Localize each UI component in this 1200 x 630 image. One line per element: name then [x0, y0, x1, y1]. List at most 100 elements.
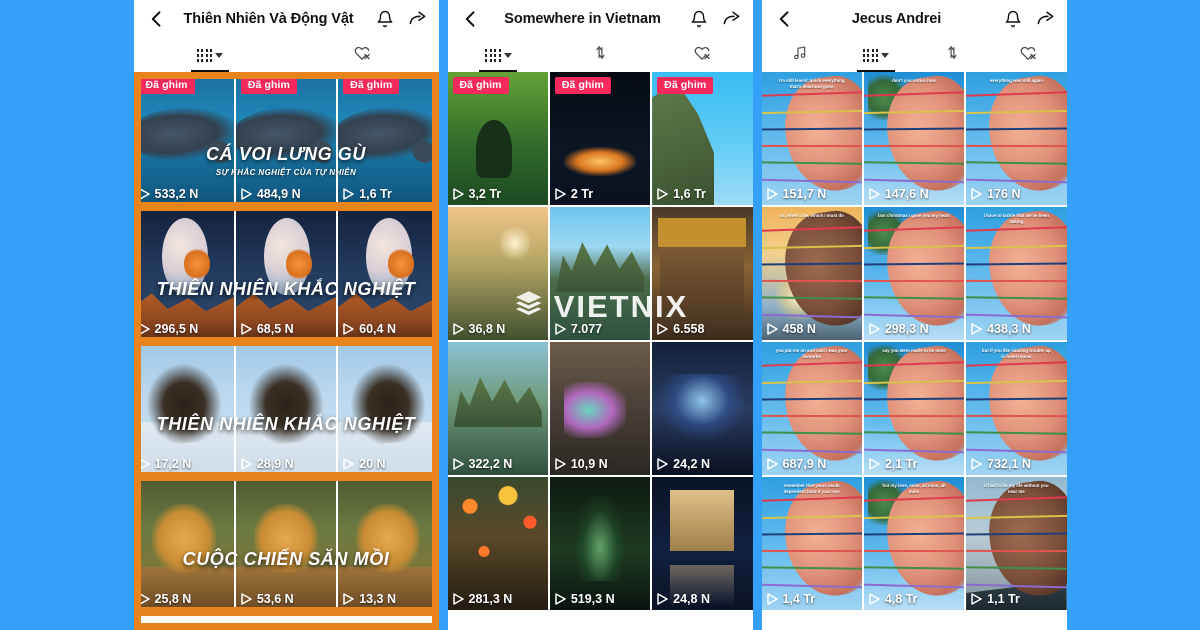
chevron-left-icon[interactable] — [774, 8, 796, 30]
chevron-down-icon — [881, 52, 890, 58]
video-tile[interactable]: 24,2 N — [652, 342, 753, 475]
view-count-value: 36,8 N — [468, 322, 506, 336]
tab-grid-columns[interactable] — [448, 38, 550, 72]
video-tile[interactable]: but if you like causing trouble up in ho… — [966, 342, 1067, 475]
video-tile[interactable]: but my love, mine, all mine, all mine 4,8… — [863, 477, 965, 610]
view-count: 36,8 N — [452, 322, 506, 336]
video-tile[interactable]: 296,5 N — [133, 207, 234, 340]
bell-icon[interactable] — [690, 10, 709, 29]
view-count: 4,8 Tr — [869, 592, 918, 606]
view-count: 68,5 N — [241, 322, 294, 336]
view-count-value: 13,3 N — [359, 592, 396, 606]
view-count: 438,3 N — [971, 322, 1031, 336]
video-tile[interactable]: don't you notice how 147,6 N — [863, 72, 965, 205]
share-arrow-icon[interactable] — [1036, 10, 1055, 29]
view-count-value: 24,2 N — [673, 457, 710, 471]
tab-sort-arrows[interactable] — [549, 38, 651, 72]
bell-icon[interactable] — [1004, 10, 1023, 29]
video-tile[interactable]: Đã ghim 1,6 Tr — [652, 72, 753, 205]
play-triangle-icon — [869, 593, 880, 605]
video-tile[interactable]: last christmas i gave you my heart 298,3 … — [863, 207, 965, 340]
scroll-indicator[interactable] — [547, 618, 653, 622]
play-triangle-icon — [555, 593, 566, 605]
play-triangle-icon — [555, 458, 566, 470]
view-count-value: 7.077 — [570, 322, 603, 336]
video-tile[interactable]: 519,3 N — [549, 477, 651, 610]
view-count: 484,9 N — [241, 187, 301, 201]
video-tile[interactable]: say you were made to be mine 2,1 Tr — [863, 342, 965, 475]
video-caption: don't you notice how — [892, 78, 936, 83]
video-tile[interactable]: 281,3 N — [447, 477, 548, 610]
video-tile[interactable]: Đã ghim 2 Tr — [549, 72, 651, 205]
video-tile[interactable]: 60,4 N — [338, 207, 439, 340]
tab-bar — [447, 38, 753, 72]
video-tile[interactable]: Đã ghim 3,2 Tr — [447, 72, 548, 205]
video-tile[interactable]: you put me on and said i was your favour… — [761, 342, 862, 475]
chevron-left-icon[interactable] — [146, 8, 168, 30]
tab-grid-columns[interactable] — [838, 38, 914, 72]
heart-off-icon — [1019, 44, 1037, 67]
tab-music-note[interactable] — [762, 38, 838, 72]
video-tile[interactable]: 13,3 N — [338, 477, 439, 610]
video-tile[interactable]: Đã ghim 484,9 N — [235, 72, 337, 205]
panel-header: Thiên Nhiên Và Động Vật — [133, 0, 439, 38]
scroll-indicator[interactable] — [861, 618, 967, 622]
video-tile[interactable]: 17,2 N — [133, 342, 234, 475]
video-tile[interactable]: 36,8 N — [447, 207, 548, 340]
view-count-value: 6.558 — [673, 322, 705, 336]
tab-heart-off[interactable] — [651, 38, 753, 72]
view-count: 20 N — [343, 457, 386, 471]
tab-grid-columns[interactable] — [134, 38, 287, 72]
view-count: 1,6 Tr — [343, 187, 392, 201]
video-tile[interactable]: Đã ghim 533,2 N — [133, 72, 234, 205]
play-triangle-icon — [138, 188, 150, 200]
play-triangle-icon — [138, 323, 150, 335]
scroll-indicator[interactable] — [233, 618, 339, 622]
view-count-value: 458 N — [782, 322, 816, 336]
view-count-value: 1,1 Tr — [987, 592, 1020, 606]
video-caption: it had to be my life without you near me — [984, 483, 1049, 494]
video-tile[interactable]: Đã ghim 1,6 Tr — [338, 72, 439, 205]
video-tile[interactable]: so, when i die, which i must do 458 N — [761, 207, 862, 340]
video-tile[interactable]: i'm still leavin' quick everything that'… — [761, 72, 862, 205]
view-count: 519,3 N — [555, 592, 615, 606]
share-arrow-icon[interactable] — [722, 10, 741, 29]
video-tile[interactable]: 6.558 — [652, 207, 753, 340]
video-tile[interactable]: 7.077 — [549, 207, 651, 340]
video-tile[interactable]: remember that years death dependent bout… — [761, 477, 862, 610]
video-tile[interactable]: 24,8 N — [652, 477, 753, 610]
play-triangle-icon — [452, 593, 464, 605]
view-count: 1,6 Tr — [657, 187, 706, 201]
video-tile[interactable]: 10,9 N — [549, 342, 651, 475]
video-caption: say you were made to be mine — [882, 348, 946, 353]
video-grid-scroll[interactable]: i'm still leavin' quick everything that'… — [761, 72, 1067, 630]
video-tile[interactable]: i have to tackle that we've been talking… — [966, 207, 1067, 340]
share-arrow-icon[interactable] — [408, 10, 427, 29]
play-triangle-icon — [452, 323, 464, 335]
view-count-value: 147,6 N — [884, 187, 929, 201]
tab-sort-arrows[interactable] — [914, 38, 990, 72]
chevron-left-icon[interactable] — [460, 8, 482, 30]
view-count-value: 732,1 N — [987, 457, 1031, 471]
video-tile[interactable]: everything was still again 176 N — [966, 72, 1067, 205]
video-grid: Đã ghim 3,2 Tr Đã ghim 2 Tr Đã ghim 1,6 Tr 36,… — [447, 72, 753, 610]
video-tile[interactable]: 53,6 N — [235, 477, 337, 610]
video-grid-scroll[interactable]: Đã ghim 533,2 N Đã ghim 484,9 N Đã ghim 1,6 T… — [133, 72, 439, 630]
bell-icon[interactable] — [376, 10, 395, 29]
view-count: 533,2 N — [138, 187, 198, 201]
video-grid-scroll[interactable]: Đã ghim 3,2 Tr Đã ghim 2 Tr Đã ghim 1,6 Tr 36,… — [447, 72, 753, 630]
view-count-value: 322,2 N — [468, 457, 513, 471]
video-tile[interactable]: 28,9 N — [235, 342, 337, 475]
tab-bar — [133, 38, 439, 72]
video-tile[interactable]: it had to be my life without you near me… — [966, 477, 1067, 610]
tab-heart-off[interactable] — [286, 38, 439, 72]
screenshot-stage: Thiên Nhiên Và Động Vật Đã ghim 533,2 N Đã … — [0, 0, 1200, 630]
video-tile[interactable]: 322,2 N — [447, 342, 548, 475]
chevron-down-icon — [215, 52, 223, 58]
video-tile[interactable]: 20 N — [338, 342, 439, 475]
video-tile[interactable]: 25,8 N — [133, 477, 234, 610]
tab-heart-off[interactable] — [990, 38, 1066, 72]
video-tile[interactable]: 68,5 N — [235, 207, 337, 340]
video-caption: everything was still again — [989, 78, 1043, 83]
play-triangle-icon — [555, 323, 566, 335]
